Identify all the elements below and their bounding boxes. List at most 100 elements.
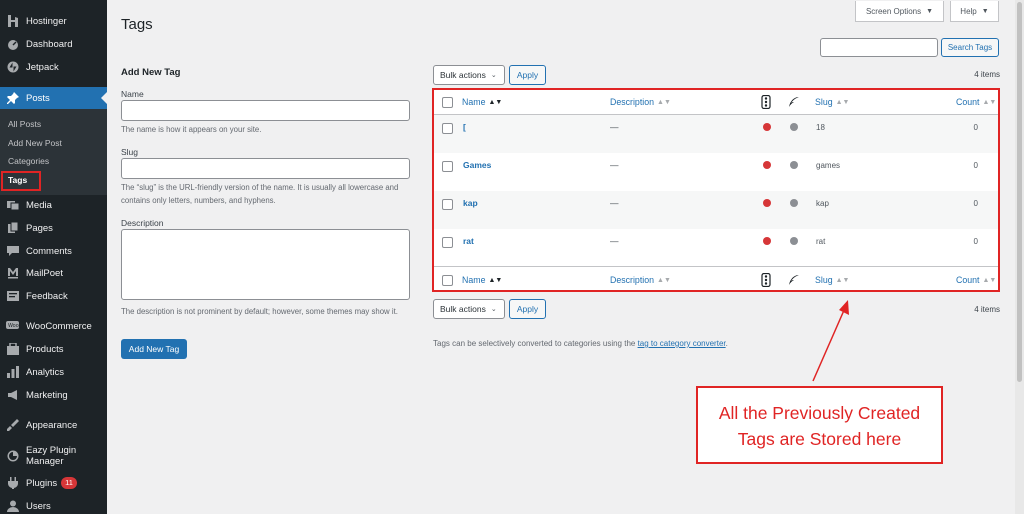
tag-description-textarea[interactable] [121,229,410,300]
description-help-text: The description is not prominent by defa… [121,307,398,316]
sort-icon: ▲▼ [835,98,850,106]
tag-slug: kap [816,199,829,208]
sidebar-item-label: Eazy Plugin Manager [26,445,77,467]
tag-name-link[interactable]: rat [463,236,474,246]
sidebar-item-appearance[interactable]: Appearance [0,414,107,436]
feather-icon [789,97,799,107]
row-checkbox[interactable] [442,199,453,210]
tag-name-link[interactable]: Games [463,160,491,170]
media-icon [6,199,19,212]
converter-note-suffix: . [725,339,728,348]
seo-score-dot [763,237,771,245]
column-header-slug[interactable]: Slug ▲▼ [815,97,849,107]
sidebar-item-comments[interactable]: Comments [0,240,107,262]
tag-to-category-converter-link[interactable]: tag to category converter [638,339,726,348]
sidebar-item-posts[interactable]: Posts [0,87,107,109]
tag-name-input[interactable] [121,100,410,121]
column-footer-count[interactable]: Count ▲▼ [956,275,996,285]
sidebar-item-woocommerce[interactable]: Woo WooCommerce [0,315,107,337]
tag-name-link[interactable]: [ [463,122,466,132]
pin-icon [6,92,19,105]
submenu-categories[interactable]: Categories [8,156,49,166]
pages-icon [6,222,19,235]
products-icon [6,343,19,356]
tags-highlight-box [1,171,41,191]
sidebar-item-mailpoet[interactable]: MailPoet [0,262,107,284]
sidebar-item-dashboard[interactable]: Dashboard [0,33,107,55]
column-count-label: Count [956,97,980,107]
feedback-icon [6,290,19,303]
scrollbar-thumb[interactable] [1017,2,1022,382]
tag-slug: 18 [816,123,825,132]
tag-count[interactable]: 0 [948,199,978,208]
caret-down-icon: ▼ [926,7,934,15]
tag-count[interactable]: 0 [948,237,978,246]
submenu-add-new-post[interactable]: Add New Post [8,138,62,148]
help-button[interactable]: Help ▼ [950,1,999,22]
name-help-text: The name is how it appears on your site. [121,125,262,134]
mailpoet-icon [6,267,19,280]
sidebar-item-media[interactable]: Media [0,194,107,216]
column-footer-name[interactable]: Name ▲▼ [462,275,502,285]
sidebar-item-products[interactable]: Products [0,338,107,360]
analytics-icon [6,366,19,379]
row-checkbox[interactable] [442,237,453,248]
page-title: Tags [121,16,153,33]
woocommerce-icon: Woo [6,320,19,333]
search-tags-button[interactable]: Search Tags [941,38,999,57]
sidebar-item-eazy-plugin-manager[interactable]: Eazy Plugin Manager [0,443,107,469]
feather-icon [789,275,799,285]
select-all-checkbox-footer[interactable] [442,275,453,286]
screen-options-button[interactable]: Screen Options ▼ [855,1,944,22]
sidebar-item-marketing[interactable]: Marketing [0,384,107,406]
tag-count[interactable]: 0 [948,161,978,170]
sidebar-item-pages[interactable]: Pages [0,217,107,239]
svg-text:Woo: Woo [8,323,19,329]
converter-note: Tags can be selectively converted to cat… [433,339,728,348]
sidebar-item-users[interactable]: Users [0,495,107,514]
name-label: Name [121,89,144,99]
column-footer-description[interactable]: Description ▲▼ [610,275,671,285]
tag-count[interactable]: 0 [948,123,978,132]
sidebar-item-label: Feedback [26,290,68,302]
tag-description: — [610,160,619,170]
sidebar-item-label: Pages [26,222,53,234]
row-checkbox[interactable] [442,161,453,172]
column-slug-label: Slug [815,275,833,285]
sidebar-item-analytics[interactable]: Analytics [0,361,107,383]
tag-slug-input[interactable] [121,158,410,179]
sidebar-item-hostinger[interactable]: Hostinger [0,10,107,32]
column-footer-readability[interactable] [788,274,800,286]
tag-description: — [610,236,619,246]
apply-button-top[interactable]: Apply [509,65,546,85]
row-checkbox[interactable] [442,123,453,134]
bulk-actions-select-bottom[interactable]: Bulk actions ⌄ [433,299,505,319]
sidebar-item-label: Jetpack [26,61,59,73]
tag-name-link[interactable]: kap [463,198,478,208]
tags-table: Name ▲▼ Description ▲▼ Slug ▲▼ Count ▲▼ … [433,88,999,292]
column-header-readability[interactable] [788,96,800,108]
sidebar-item-jetpack[interactable]: Jetpack [0,56,107,78]
converter-note-text: Tags can be selectively converted to cat… [433,339,638,348]
column-header-name[interactable]: Name ▲▼ [462,97,502,107]
column-footer-seo[interactable] [761,273,771,287]
column-header-description[interactable]: Description ▲▼ [610,97,671,107]
sort-icon: ▲▼ [982,98,997,106]
item-count-bottom: 4 items [974,305,1000,314]
sidebar-item-plugins[interactable]: Plugins 11 [0,472,107,494]
add-new-tag-button[interactable]: Add New Tag [121,339,187,359]
sidebar-item-feedback[interactable]: Feedback [0,285,107,307]
column-header-seo[interactable] [761,95,771,109]
readability-score-dot [790,199,798,207]
column-header-count[interactable]: Count ▲▼ [956,97,996,107]
apply-button-bottom[interactable]: Apply [509,299,546,319]
search-tags-input[interactable] [820,38,938,57]
table-row: Games — games 0 [434,153,998,191]
bulk-actions-select-top[interactable]: Bulk actions ⌄ [433,65,505,85]
select-all-checkbox[interactable] [442,97,453,108]
traffic-light-icon [761,273,771,287]
sort-icon: ▲▼ [488,276,503,284]
submenu-all-posts[interactable]: All Posts [8,119,41,129]
readability-score-dot [790,237,798,245]
column-footer-slug[interactable]: Slug ▲▼ [815,275,849,285]
